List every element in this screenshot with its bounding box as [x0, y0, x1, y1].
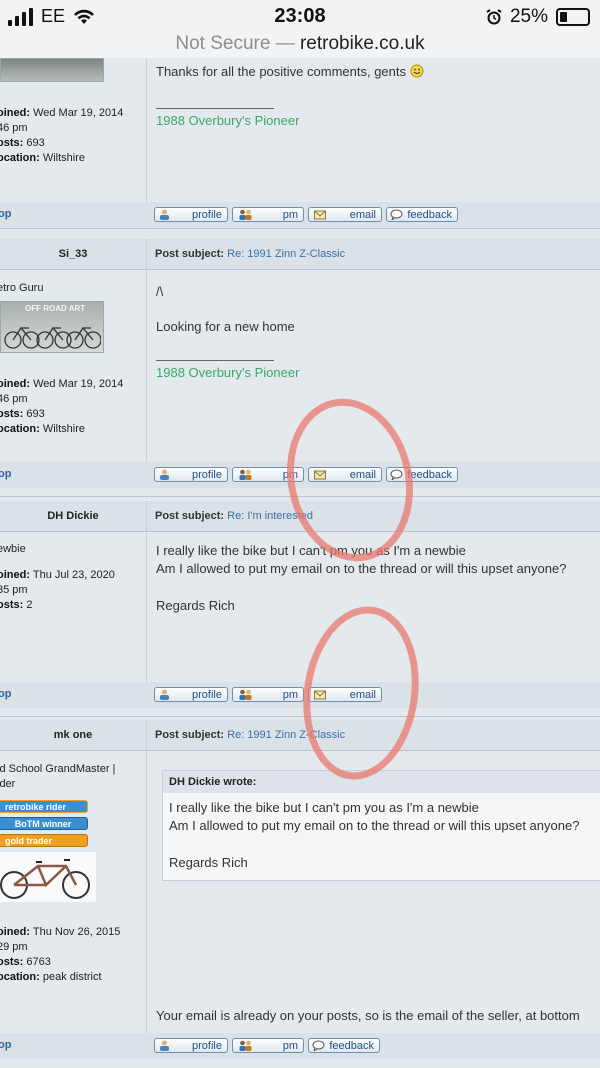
author-column: ewbie oined: Thu Jul 23, 2020 35 pm osts… [0, 532, 147, 682]
email-button[interactable]: email [308, 207, 382, 222]
domain-label: retrobike.co.uk [299, 33, 425, 54]
smiley-icon [410, 64, 424, 78]
post-subject: Post subject: Re: 1991 Zinn Z-Classic [155, 248, 346, 260]
post-text: Your email is already on your posts, so … [156, 1008, 580, 1023]
profile-icon [160, 689, 169, 700]
author-name[interactable]: mk one [0, 720, 146, 750]
pm-icon [239, 1040, 252, 1051]
bicycle-image [0, 852, 96, 902]
author-name[interactable]: Si_33 [0, 239, 146, 269]
separator: — [275, 33, 295, 54]
author-name[interactable]: DH Dickie [0, 501, 146, 531]
security-label: Not Secure [175, 33, 271, 54]
profile-icon [160, 1040, 169, 1051]
profile-icon [160, 469, 169, 480]
profile-icon [160, 209, 169, 220]
profile-button[interactable]: profile [154, 207, 228, 222]
post-item: mk one Post subject: Re: 1991 Zinn Z-Cla… [0, 720, 600, 1068]
forum-thread: oined: Wed Mar 19, 2014 46 pm osts: 693 … [0, 58, 600, 1068]
subject-link[interactable]: Re: 1991 Zinn Z-Classic [227, 248, 345, 260]
post-separator [0, 716, 600, 717]
author-meta: oined: Thu Jul 23, 2020 35 pm osts: 2 [0, 569, 115, 611]
post-footer: op profile pm email [0, 682, 600, 708]
avatar [0, 58, 104, 82]
signature-divider [156, 108, 274, 109]
bicycles-image [4, 326, 101, 349]
author-name-cell: DH Dickie [0, 501, 147, 531]
badges: retrobike rider BoTM winner gold trader [0, 800, 146, 847]
back-to-top-link[interactable]: op [0, 208, 11, 220]
avatar: OFF ROAD ART [0, 301, 104, 353]
profile-button[interactable]: profile [154, 467, 228, 482]
author-rank: ld School GrandMaster | ider [0, 763, 116, 790]
battery-area: 25% [486, 6, 590, 28]
post-text: /\ Looking for a new home [156, 284, 295, 334]
alarm-icon [486, 9, 502, 25]
author-column: oined: Wed Mar 19, 2014 46 pm osts: 693 … [0, 58, 147, 202]
signature-divider [156, 360, 274, 361]
post-separator [0, 228, 600, 229]
badge-gold-trader: gold trader [0, 834, 88, 847]
ios-status-bar: EE 23:08 25% [0, 0, 600, 34]
author-meta: oined: Thu Nov 26, 2015 29 pm osts: 6763… [0, 926, 121, 983]
pm-icon [239, 689, 252, 700]
profile-button[interactable]: profile [154, 687, 228, 702]
pm-icon [239, 469, 252, 480]
pm-button[interactable]: pm [232, 1038, 304, 1053]
author-name-cell: mk one [0, 720, 147, 750]
back-to-top-link[interactable]: op [0, 688, 11, 700]
post-text: Thanks for all the positive comments, ge… [147, 63, 600, 81]
speech-bubble-icon [312, 1040, 325, 1051]
pm-button[interactable]: pm [232, 207, 304, 222]
post-item: DH Dickie Post subject: Re: I'm interest… [0, 501, 600, 716]
author-column: etro Guru OFF ROAD ART oined: Wed Mar 19… [0, 270, 147, 462]
battery-icon [556, 8, 590, 26]
signature: 1988 Overbury's Pioneer [156, 365, 300, 380]
back-to-top-link[interactable]: op [0, 1039, 11, 1051]
author-column: ld School GrandMaster | ider retrobike r… [0, 751, 147, 1033]
envelope-icon [314, 210, 326, 220]
speech-bubble-icon [390, 209, 403, 220]
battery-percent: 25% [509, 6, 548, 27]
back-to-top-link[interactable]: op [0, 468, 11, 480]
profile-button[interactable]: profile [154, 1038, 228, 1053]
feedback-button[interactable]: feedback [386, 207, 458, 222]
author-meta: oined: Wed Mar 19, 2014 46 pm osts: 693 … [0, 107, 124, 164]
post-footer: op profile pm feedback [0, 1033, 600, 1059]
post-actions: profile pm feedback [154, 1038, 380, 1053]
quote-author: DH Dickie wrote: [163, 771, 600, 793]
author-rank: ewbie [0, 543, 26, 555]
post-footer: op profile pm email feedback [0, 202, 600, 228]
badge-retrobike-rider: retrobike rider [0, 800, 88, 813]
author-meta: oined: Wed Mar 19, 2014 46 pm osts: 693 … [0, 378, 124, 435]
author-name-cell: Si_33 [0, 239, 147, 269]
badge-botm-winner: BoTM winner [0, 817, 88, 830]
post-actions: profile pm email feedback [154, 207, 458, 222]
avatar-caption: OFF ROAD ART [25, 304, 86, 313]
quote-text: I really like the bike but I can't pm yo… [169, 800, 580, 870]
pm-button[interactable]: pm [232, 687, 304, 702]
quote-block: DH Dickie wrote: I really like the bike … [162, 770, 600, 881]
signature: 1988 Overbury's Pioneer [156, 113, 300, 128]
post-body: Thanks for all the positive comments, ge… [147, 58, 600, 202]
post-item: oined: Wed Mar 19, 2014 46 pm osts: 693 … [0, 58, 600, 228]
author-rank: etro Guru [0, 282, 44, 294]
feedback-button[interactable]: feedback [308, 1038, 380, 1053]
subject-cell: Post subject: Re: 1991 Zinn Z-Classic [147, 239, 600, 269]
pm-icon [239, 209, 252, 220]
